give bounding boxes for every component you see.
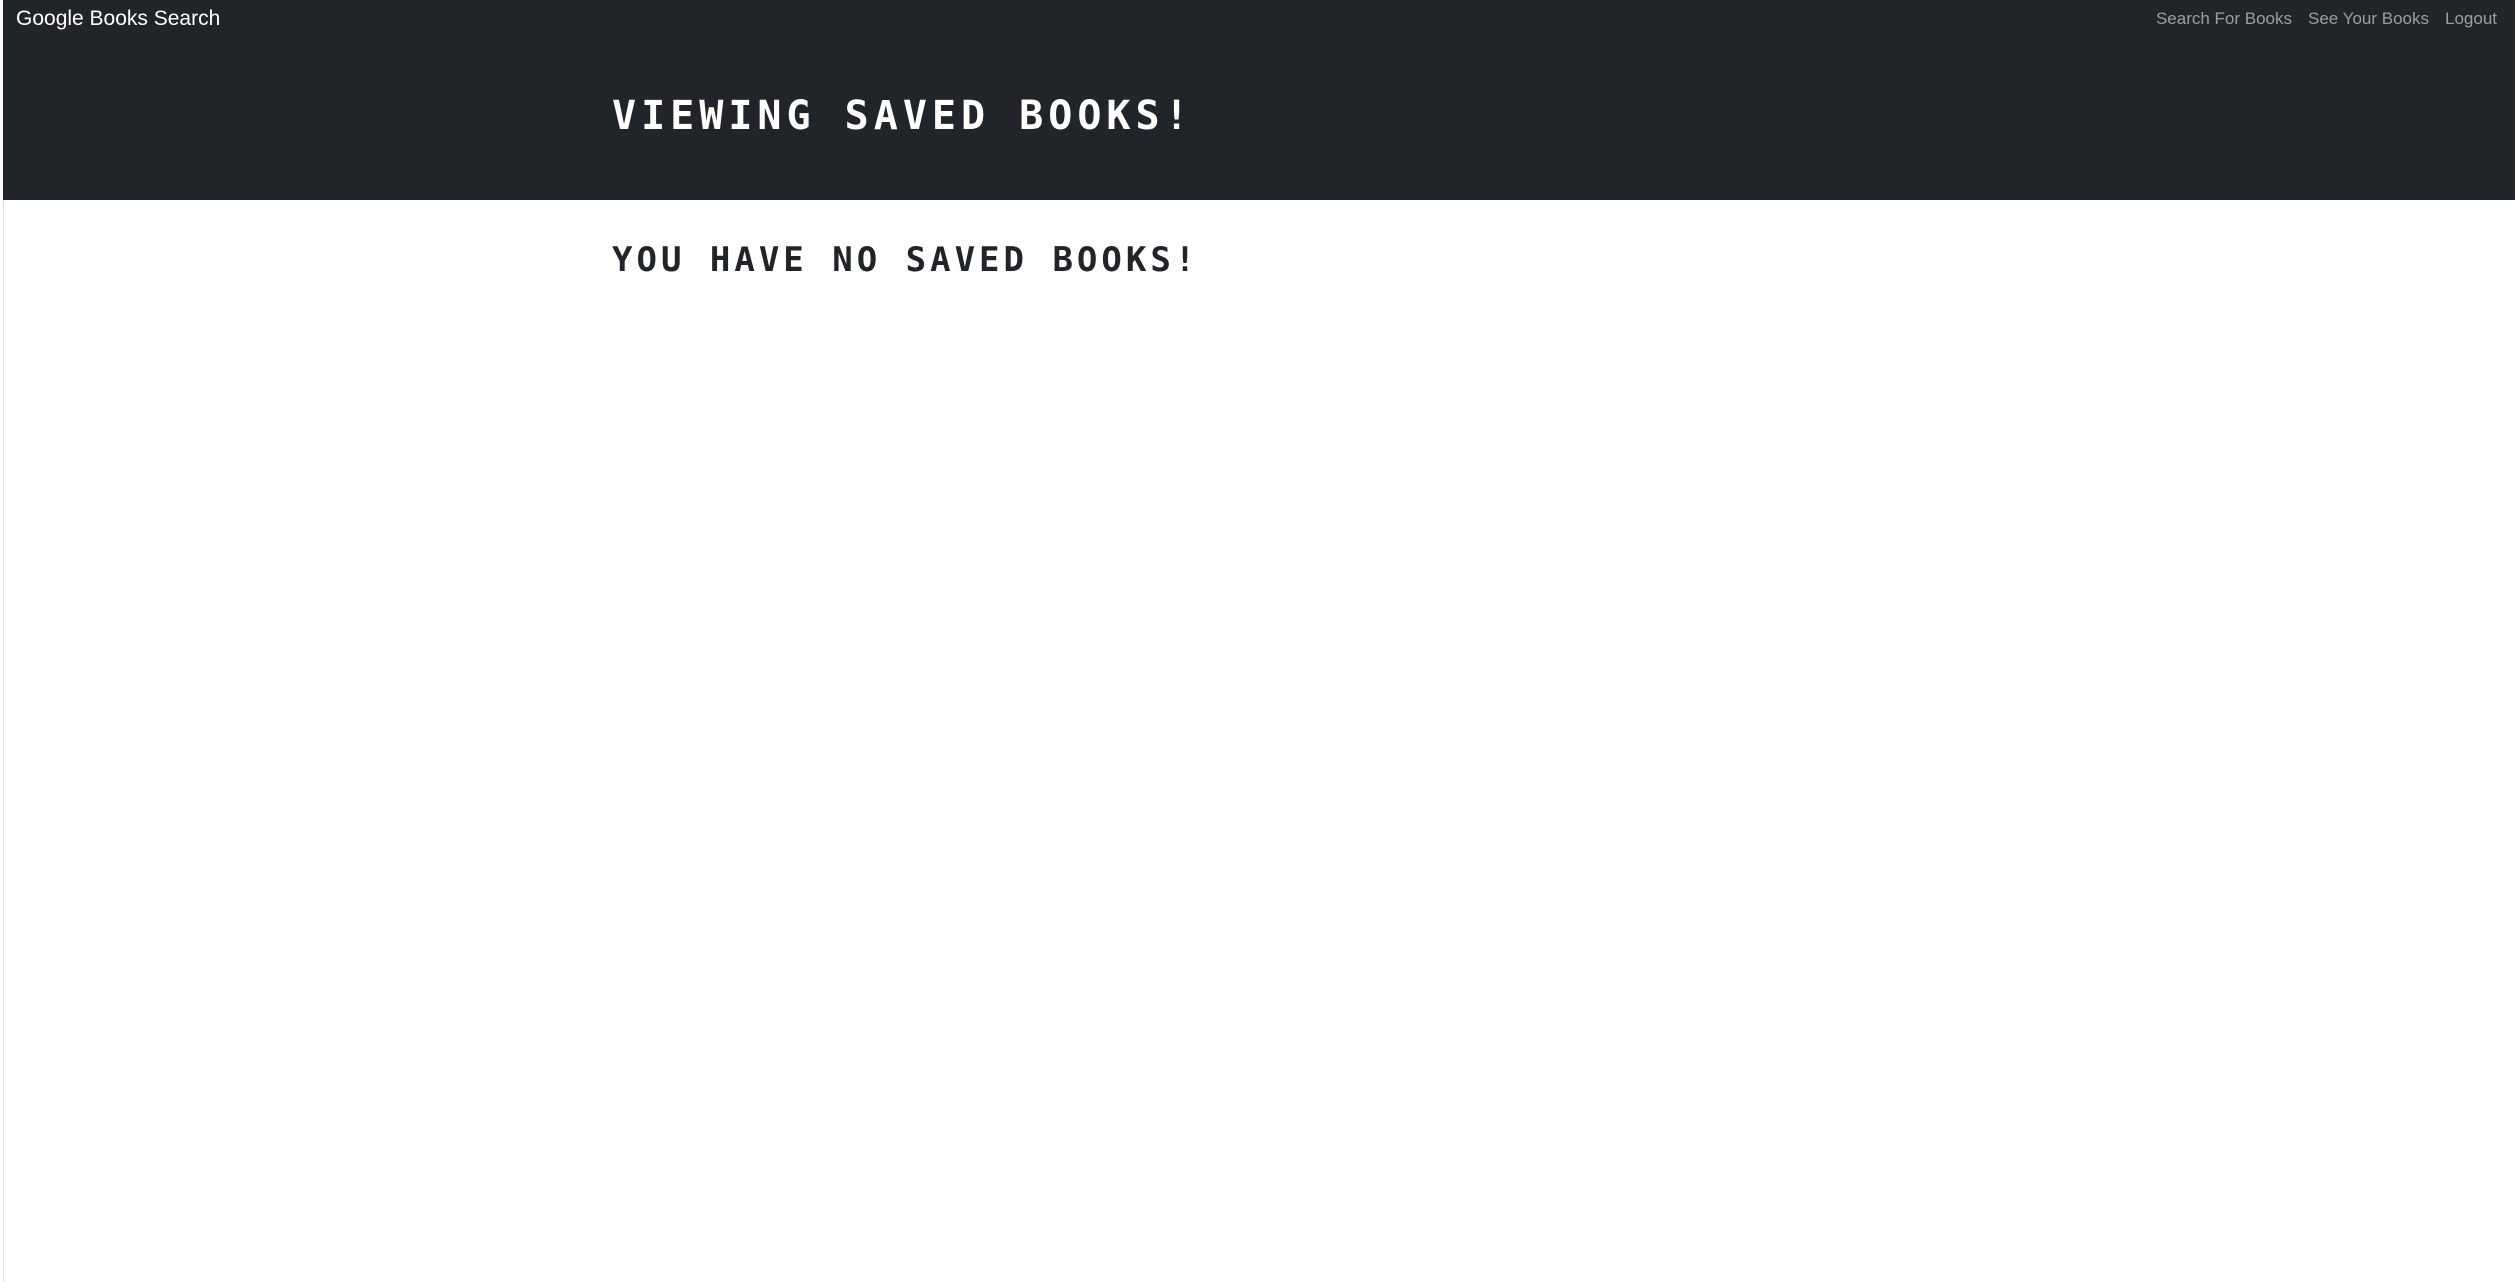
nav-link-search-for-books[interactable]: Search For Books <box>2156 9 2292 29</box>
brand-link[interactable]: Google Books Search <box>16 7 220 31</box>
empty-state-message: You have no saved books! <box>612 240 1200 280</box>
page-title: Viewing saved books! <box>612 93 1194 139</box>
hero-banner: Viewing saved books! <box>3 40 2515 200</box>
top-navbar: Google Books Search Search For Books See… <box>3 0 2515 40</box>
nav-link-see-your-books[interactable]: See Your Books <box>2308 9 2429 29</box>
nav-links: Search For Books See Your Books Logout <box>2156 9 2497 29</box>
nav-link-logout[interactable]: Logout <box>2445 9 2497 29</box>
